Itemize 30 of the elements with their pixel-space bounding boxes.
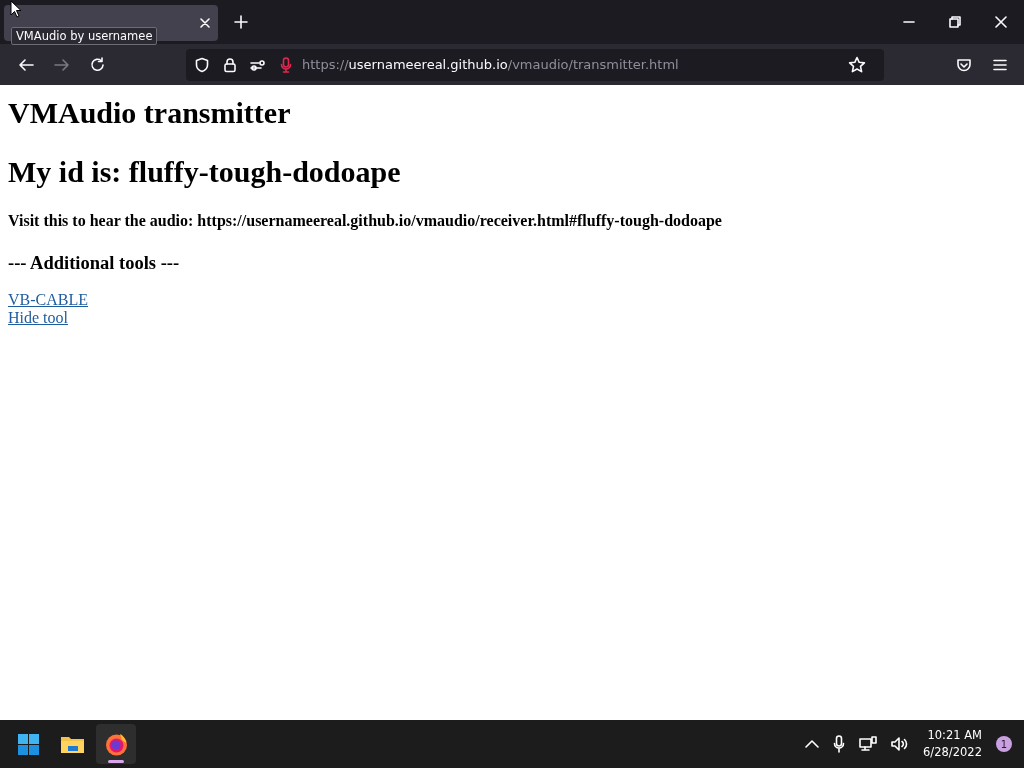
back-arrow-icon[interactable] [18, 56, 34, 73]
text-link[interactable]: Hide tool [8, 309, 68, 327]
browser-logo-icon [103, 731, 129, 757]
start-icon [15, 731, 41, 757]
text-link[interactable]: VB-CABLE [8, 291, 88, 309]
network-icon[interactable] [859, 736, 878, 752]
star-icon[interactable] [848, 55, 866, 74]
pocket-icon[interactable] [956, 56, 972, 73]
url-text[interactable]: https://usernameereal.github.io/vmaudio/transmitter.html [302, 57, 679, 72]
tooltip: VMAudio by usernamee [11, 27, 158, 45]
mouse-cursor-icon [10, 0, 22, 18]
page-heading: My id is: fluffy-tough-dodoape [8, 154, 401, 190]
restore-icon[interactable] [949, 16, 961, 28]
microphone-icon[interactable] [833, 735, 846, 753]
taskbar-app-button[interactable] [96, 724, 136, 764]
instruction-text: Visit this to hear the audio: https://usernameereal.github.io/vmaudio/receiver.html#fluffy-tough-dodoape [8, 211, 722, 231]
reload-icon[interactable] [90, 56, 106, 73]
page-heading: VMAudio transmitter [8, 95, 291, 131]
lock-icon[interactable] [222, 56, 238, 73]
new-tab-icon[interactable] [234, 15, 248, 29]
close-icon[interactable] [995, 16, 1007, 28]
clock-date[interactable]: 6/28/2022 [923, 744, 982, 761]
address-bar[interactable]: https://usernameereal.github.io/vmaudio/transmitter.html [186, 48, 884, 81]
chevron-up-icon[interactable] [805, 739, 820, 749]
close-icon[interactable] [200, 18, 210, 28]
speaker-icon[interactable] [891, 736, 910, 752]
clock-time[interactable]: 10:21 AM [927, 727, 982, 744]
notification-badge[interactable]: 1 [996, 736, 1012, 752]
shield-icon[interactable] [194, 56, 210, 73]
section-heading: --- Additional tools --- [8, 252, 180, 274]
